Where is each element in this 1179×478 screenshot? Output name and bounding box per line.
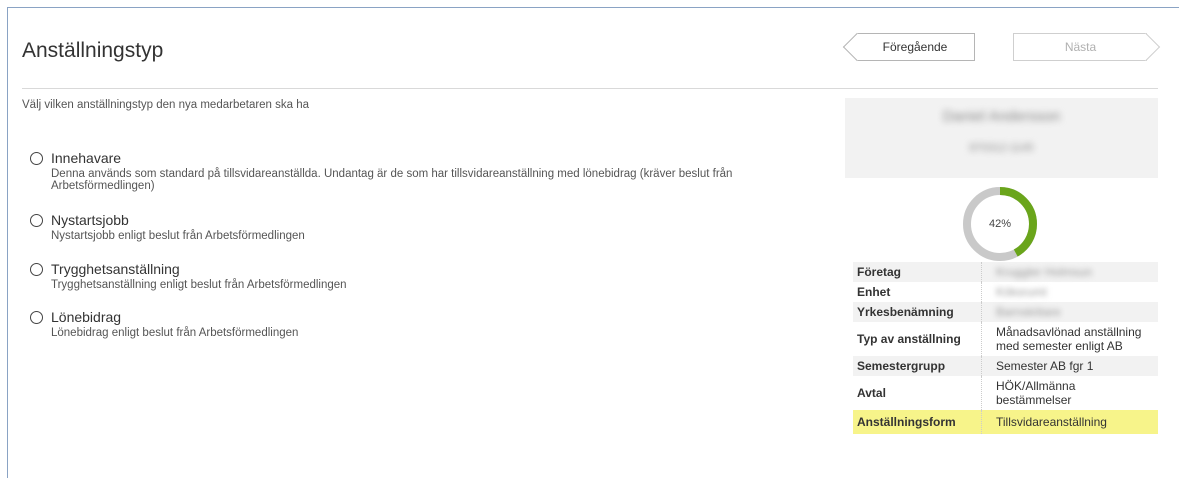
previous-button-label: Föregående: [882, 40, 948, 54]
row-key: Typ av anställning: [853, 322, 982, 356]
row-value: Barnskötare: [981, 302, 1158, 322]
employee-info-table: Företag Kruggler Holmsun Enhet Köksrumt …: [853, 262, 1158, 434]
row-key: Anställningsform: [853, 410, 982, 434]
row-key: Semestergrupp: [853, 356, 982, 376]
row-key: Yrkesbenämning: [853, 302, 982, 322]
row-value: Semester AB fgr 1: [981, 356, 1158, 376]
progress-label: 42%: [988, 218, 1012, 230]
employee-card: Daniel Andersson 870312-1145: [845, 98, 1158, 178]
option-description: Trygghetsanställning enligt beslut från …: [51, 279, 347, 291]
row-key: Enhet: [853, 282, 982, 302]
header-divider: [22, 88, 1158, 89]
table-row: Semestergrupp Semester AB fgr 1: [853, 356, 1158, 376]
table-row: Enhet Köksrumt: [853, 282, 1158, 302]
table-row-highlighted: Anställningsform Tillsvidareanställning: [853, 410, 1158, 434]
next-button-label: Nästa: [1064, 40, 1097, 54]
instruction-text: Välj vilken anställningstyp den nya meda…: [22, 99, 310, 111]
table-row: Typ av anställning Månadsavlönad anställ…: [853, 322, 1158, 356]
radio-button[interactable]: [30, 311, 43, 324]
row-value: HÖK/Allmänna bestämmelser: [996, 379, 1076, 407]
row-value: Månadsavlönad anställning med semester e…: [996, 325, 1142, 353]
employee-summary-panel: Daniel Andersson 870312-1145 42% Företag…: [845, 98, 1158, 478]
radio-button[interactable]: [30, 152, 43, 165]
option-label[interactable]: Nystartsjobb: [51, 212, 129, 228]
table-row: Företag Kruggler Holmsun: [853, 262, 1158, 282]
employee-id: 870312-1145: [969, 142, 1034, 154]
option-label[interactable]: Trygghetsanställning: [51, 261, 180, 277]
previous-button[interactable]: Föregående: [855, 33, 975, 61]
row-key: Företag: [853, 262, 982, 282]
row-value: Köksrumt: [996, 285, 1047, 299]
table-row: Avtal HÖK/Allmänna bestämmelser: [853, 376, 1158, 410]
option-label[interactable]: Lönebidrag: [51, 309, 121, 325]
page-title: Anställningstyp: [22, 39, 164, 62]
option-description: Nystartsjobb enligt beslut från Arbetsfö…: [51, 230, 305, 242]
option-label[interactable]: Innehavare: [51, 150, 121, 166]
employee-name: Daniel Andersson: [942, 108, 1061, 125]
radio-button[interactable]: [30, 214, 43, 227]
next-button[interactable]: Nästa: [1013, 33, 1147, 61]
row-key: Avtal: [853, 376, 982, 410]
table-row: Yrkesbenämning Barnskötare: [853, 302, 1158, 322]
option-description: Lönebidrag enligt beslut från Arbetsförm…: [51, 327, 299, 339]
radio-button[interactable]: [30, 263, 43, 276]
option-description: Denna används som standard på tillsvidar…: [51, 168, 733, 192]
row-value: Tillsvidareanställning: [981, 410, 1158, 434]
row-value: Kruggler Holmsun: [981, 262, 1158, 282]
